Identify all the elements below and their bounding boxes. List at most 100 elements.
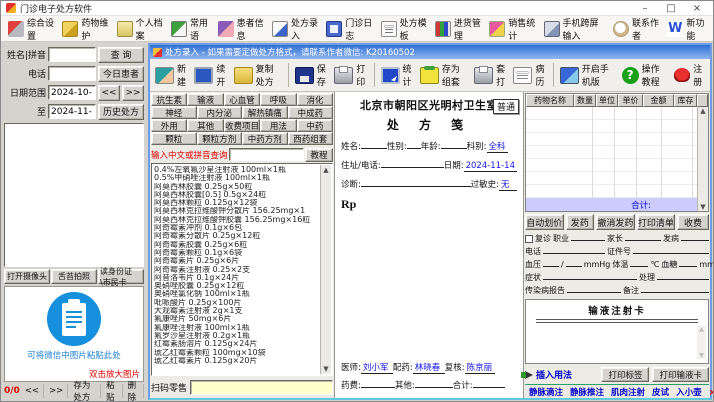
drug-item[interactable]: 阿奇霉素分散片 0.25g×12粒 xyxy=(154,232,319,240)
medical-record-button[interactable]: 病历 xyxy=(510,62,549,88)
revisit-checkbox[interactable] xyxy=(525,235,533,243)
drug-item[interactable]: 阿昔洛韦片 0.1g×24片 xyxy=(154,274,319,282)
col-stock[interactable]: 库存 xyxy=(674,94,697,107)
toolbar-button-patient-info[interactable]: 患者信息 xyxy=(214,17,268,41)
image-prev-button[interactable]: << xyxy=(21,384,44,398)
bp-sys-value[interactable] xyxy=(543,258,559,267)
contact-phone-value[interactable] xyxy=(543,245,605,254)
table-scrollbar[interactable] xyxy=(697,107,708,211)
category-external[interactable]: 外用 xyxy=(151,119,187,132)
usage-into-buret[interactable]: 入小壶 xyxy=(676,386,702,398)
field-age-value[interactable] xyxy=(441,140,467,149)
field-address-value[interactable] xyxy=(381,159,444,168)
scroll-up-icon[interactable] xyxy=(699,326,704,333)
insert-usage-link[interactable]: 插入用法 xyxy=(525,368,572,381)
prescription-type-badge[interactable]: 普通 xyxy=(493,99,519,114)
new-button[interactable]: 新建 xyxy=(152,62,191,88)
toolbar-button-drug-maintenance[interactable]: 药物维护 xyxy=(58,17,112,41)
drug-item[interactable]: 阿奇霉素冲剂 0.1g×6包 xyxy=(154,224,319,232)
tutorial-small-button[interactable]: 教程 xyxy=(305,148,333,162)
today-patients-button[interactable]: 今日患者 xyxy=(98,66,144,82)
other-value[interactable] xyxy=(415,379,453,388)
drug-item[interactable]: 大观霉素注射液 2g×1支 xyxy=(154,307,319,315)
copy-prescription-button[interactable]: 复制处方 xyxy=(231,62,285,88)
drug-item[interactable]: 0.4%左氧氟沙星注射液 100ml×1瓶 xyxy=(154,166,319,174)
register-button[interactable]: 注册 xyxy=(671,62,708,88)
category-infusion[interactable]: 输液 xyxy=(187,93,223,106)
onset-value[interactable] xyxy=(681,232,709,241)
category-other[interactable]: 其他 xyxy=(187,119,223,132)
toolbar-button-prescription-entry[interactable]: 处方录入 xyxy=(268,17,322,41)
temp-value[interactable] xyxy=(630,258,648,267)
table-body-empty[interactable] xyxy=(526,107,697,198)
image-next-button[interactable]: >> xyxy=(45,384,68,398)
col-drug-name[interactable]: 药物名称 xyxy=(526,94,574,107)
occupation-value[interactable] xyxy=(571,232,605,241)
category-digestive[interactable]: 消化 xyxy=(297,93,333,106)
drug-item[interactable]: 阿莫西林胶囊[0.5] 0.5g×24粒 xyxy=(154,191,319,199)
history-prescriptions-button[interactable]: 历史处方 xyxy=(98,104,144,120)
iv-injection-card[interactable]: 输液注射卡 xyxy=(525,299,709,364)
scroll-down-icon[interactable] xyxy=(699,352,704,359)
drug-item[interactable]: 氟康唑注射液 100ml×1瓶 xyxy=(154,324,319,332)
scroll-down-icon[interactable] xyxy=(323,365,328,373)
field-diagnosis-value[interactable] xyxy=(361,178,471,187)
drug-item[interactable]: 吡哌酸片 0.25g×100片 xyxy=(154,299,319,307)
category-cardio[interactable]: 心血管 xyxy=(224,93,260,106)
remark-value[interactable] xyxy=(641,284,709,293)
save-as-prescription-button[interactable]: 存为处方 xyxy=(69,384,101,398)
field-date-value[interactable]: 2024-11-14 xyxy=(464,161,517,172)
drug-item[interactable]: 氟罗沙星注射液 0.2g×1瓶 xyxy=(154,332,319,340)
charge-button[interactable]: 收费 xyxy=(677,214,709,230)
delete-image-button[interactable]: 删除 xyxy=(124,384,144,398)
iv-card-scrollbar[interactable] xyxy=(697,326,706,359)
category-charge-items[interactable]: 收费项目 xyxy=(224,119,260,132)
checker-value[interactable]: 陈京丽 xyxy=(465,361,495,374)
toolbar-button-contact-author[interactable]: 联系作者 xyxy=(609,17,663,41)
prev-range-button[interactable]: << xyxy=(98,85,120,101)
save-button[interactable]: 保存 xyxy=(292,62,331,88)
print-iv-card-button[interactable]: 打印输液卡 xyxy=(652,367,709,382)
drug-list[interactable]: 0.4%左氧氟沙星注射液 100ml×1瓶 0.5%甲硝唑注射液 100ml×1… xyxy=(151,163,333,376)
close-button[interactable]: × xyxy=(686,2,708,15)
col-quantity[interactable]: 数量 xyxy=(574,94,596,107)
glucose-value[interactable] xyxy=(679,258,697,267)
print-list-button[interactable]: 打印清单 xyxy=(637,214,676,230)
drug-item[interactable]: 琥乙红霉素片 0.125g×20片 xyxy=(154,357,319,365)
category-herb-formula[interactable]: 中药方剂 xyxy=(242,132,288,145)
id-number-value[interactable] xyxy=(633,245,709,254)
reopen-button[interactable]: 续开 xyxy=(191,62,230,88)
category-antibiotics[interactable]: 抗生素 xyxy=(151,93,187,106)
drug-item[interactable]: 阿奇霉素注射液 0.25×2支 xyxy=(154,266,319,274)
toolbar-button-common-phrases[interactable]: 常用语 xyxy=(167,17,214,41)
drug-item[interactable]: 琥乙红霉素颗粒 100mg×10袋 xyxy=(154,349,319,357)
infectious-report-value[interactable] xyxy=(567,284,621,293)
category-neuro[interactable]: 神经 xyxy=(151,106,197,119)
maximize-button[interactable]: □ xyxy=(660,2,682,15)
field-dept-value[interactable]: 全科 xyxy=(487,140,508,153)
drug-item[interactable]: 阿莫西林克拉维酸钾胶囊 156.25mg×16粒 xyxy=(154,216,319,224)
category-endocrine[interactable]: 内分泌 xyxy=(197,106,243,119)
toolbar-button-purchase-management[interactable]: 进货管理 xyxy=(431,17,485,41)
auto-pricing-button[interactable]: 自动划价 xyxy=(525,214,564,230)
col-unit[interactable]: 单位 xyxy=(596,94,618,107)
drug-item[interactable]: 阿莫西林克拉维酸钾分散片 156.25mg×1 xyxy=(154,207,319,215)
toolbar-button-personal-files[interactable]: 个人档案 xyxy=(113,17,167,41)
drug-item[interactable]: 阿奇霉素胶囊 0.25g×6粒 xyxy=(154,241,319,249)
toolbar-button-prescription-template[interactable]: 处方模板 xyxy=(377,17,431,41)
field-gender-value[interactable] xyxy=(407,140,421,149)
read-id-card-button[interactable]: 读身份证\市民卡 xyxy=(98,269,144,284)
toolbar-button-phone-input[interactable]: 手机跨屏输入 xyxy=(540,17,609,41)
drug-item[interactable]: 阿奇霉素颗粒 0.1g×6袋 xyxy=(154,249,319,257)
bp-dia-value[interactable] xyxy=(566,258,582,267)
print-label-button[interactable]: 打印标签 xyxy=(601,367,649,382)
dispense-button[interactable]: 发药 xyxy=(566,214,595,230)
category-chinese-herb[interactable]: 中药 xyxy=(297,119,333,132)
scan-retail-input[interactable] xyxy=(190,380,333,395)
drug-item[interactable]: 奥硝唑胶囊 0.25g×12粒 xyxy=(154,282,319,290)
drug-item[interactable]: 奥硝唑氯化钠 100ml×1瓶 xyxy=(154,290,319,298)
paste-button[interactable]: 粘贴 xyxy=(102,384,122,398)
template-print-button[interactable]: 套打 xyxy=(471,62,510,88)
scroll-down-icon[interactable] xyxy=(700,203,705,211)
symptoms-value[interactable] xyxy=(543,271,637,280)
